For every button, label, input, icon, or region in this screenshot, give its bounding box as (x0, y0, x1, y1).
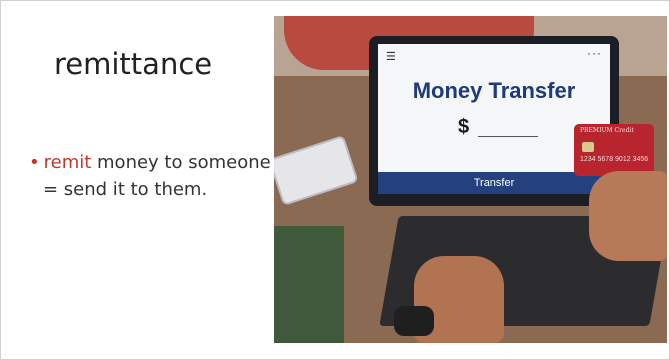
credit-card: PREMIUM Credit 1234 5678 9012 3456 (574, 124, 654, 176)
hand-holding-card (589, 171, 667, 261)
card-chip-icon (582, 142, 594, 152)
bullet-line2: = send it to them. (43, 179, 208, 200)
hamburger-menu-icon: ☰ (386, 51, 396, 63)
screen-title: Money Transfer (412, 78, 576, 103)
bullet-marker: • (29, 152, 40, 173)
transfer-button: Transfer (378, 172, 610, 194)
bullet-point: • remit money to someone = send it to the… (29, 149, 271, 203)
slide: remittance • remit money to someone = sen… (0, 0, 670, 360)
card-number: 1234 5678 9012 3456 (580, 156, 649, 163)
currency-symbol: $ (458, 116, 470, 138)
plant-decor (274, 226, 344, 343)
bullet-keyword: remit (43, 152, 92, 173)
slide-title: remittance (54, 47, 213, 81)
bullet-line1-rest: money to someone (91, 152, 271, 173)
card-brand: PREMIUM Credit (580, 127, 634, 134)
amount-underline (478, 136, 538, 137)
money-transfer-photo: ☰ ··· Money Transfer $ Transfer PREMIUM … (274, 16, 667, 343)
wristwatch-icon (394, 306, 434, 336)
more-dots-icon: ··· (587, 46, 602, 60)
